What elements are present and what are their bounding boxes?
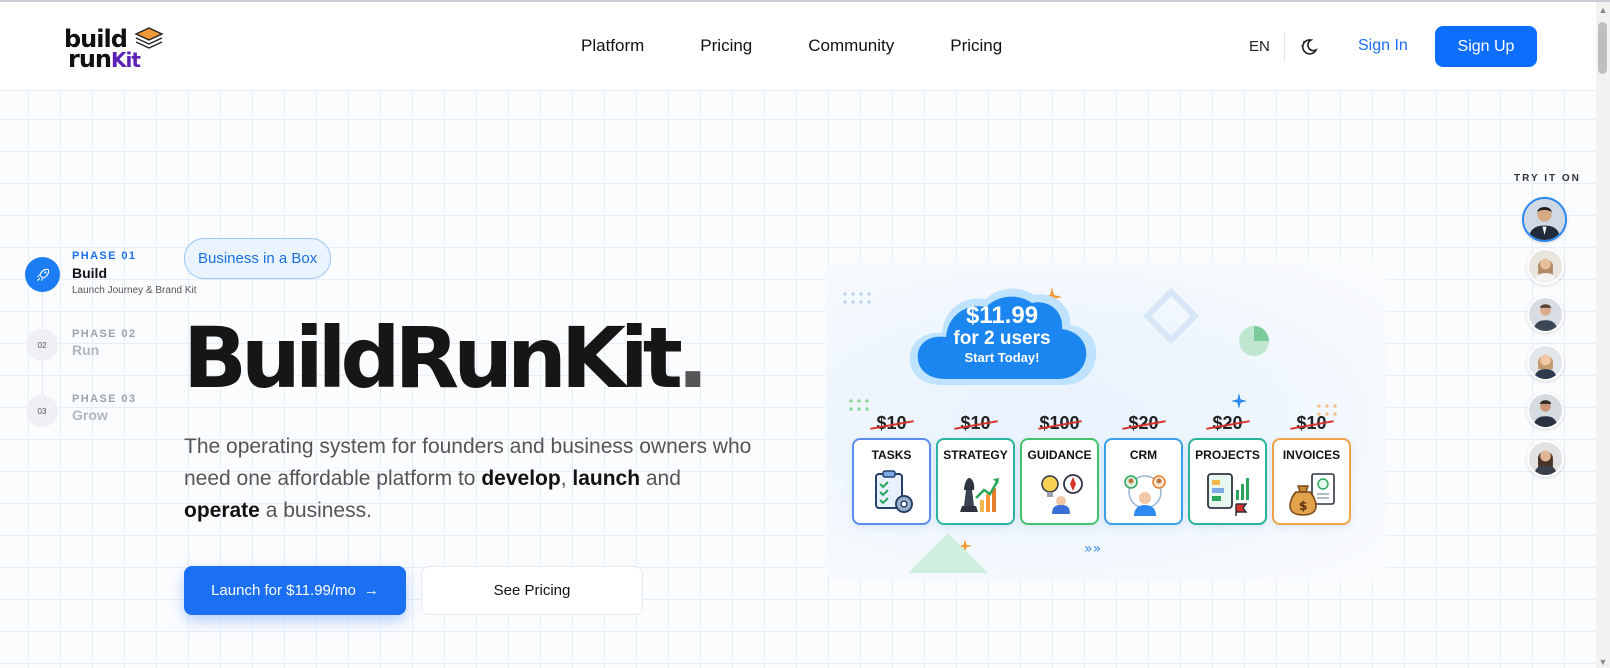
phase-3-kicker: PHASE 03 — [72, 393, 137, 405]
card-title-strategy: STRATEGY — [943, 448, 1008, 462]
dot-grid-decoration — [843, 292, 871, 304]
old-price-strategy: $10 — [936, 413, 1015, 434]
language-switcher[interactable]: EN — [1249, 38, 1270, 55]
nav-platform[interactable]: Platform — [581, 36, 644, 56]
headline-dot: . — [676, 309, 709, 407]
logo-stack-icon — [134, 27, 164, 49]
avatar-5-image — [1529, 394, 1562, 427]
logo[interactable]: build runKit — [64, 26, 174, 72]
avatar-option-5[interactable] — [1527, 392, 1564, 429]
main-nav: Platform Pricing Community Pricing — [581, 36, 1058, 56]
clipboard-gear-icon — [875, 470, 913, 513]
sparkle-blue-icon — [1231, 393, 1247, 409]
card-title-tasks: TASKS — [871, 448, 912, 462]
phase-3-number: 03 — [37, 406, 47, 416]
money-invoice-icon: $ — [1289, 473, 1335, 516]
avatar-1-image — [1524, 199, 1565, 240]
green-dots-decoration — [849, 399, 869, 411]
nav-pricing[interactable]: Pricing — [700, 36, 752, 56]
card-title-guidance: GUIDANCE — [1027, 448, 1092, 462]
old-price-invoices: $10 — [1272, 413, 1351, 434]
svg-text:»»: »» — [1084, 541, 1101, 557]
promo-price: $11.99 — [965, 302, 1039, 329]
phase-2-step[interactable]: 02 — [26, 329, 58, 361]
rocket-icon — [36, 268, 49, 281]
svg-text:$: $ — [1299, 499, 1307, 513]
card-title-projects: PROJECTS — [1195, 448, 1260, 462]
promo-start: Start Today! — [964, 350, 1040, 365]
avatar-option-6[interactable] — [1527, 440, 1564, 477]
feature-card-guidance: GUIDANCE — [1020, 438, 1099, 525]
sign-up-button[interactable]: Sign Up — [1435, 26, 1537, 67]
launch-cta-button[interactable]: Launch for $11.99/mo → — [184, 566, 406, 615]
nav-community[interactable]: Community — [808, 36, 894, 56]
headline-text: BuildRunKit — [183, 309, 683, 407]
feature-card-crm: CRM — [1104, 438, 1183, 525]
feature-card-strategy: STRATEGY — [936, 438, 1015, 525]
avatar-6-image — [1529, 442, 1562, 475]
avatar-option-4[interactable] — [1527, 344, 1564, 381]
try-it-on-label: TRY IT ON — [1514, 173, 1581, 184]
avatar-option-1[interactable] — [1522, 197, 1567, 242]
old-price-tasks: $10 — [852, 413, 931, 434]
sign-in-link[interactable]: Sign In — [1358, 37, 1408, 55]
avatar-2-image — [1529, 250, 1562, 283]
chess-growth-icon — [960, 478, 1000, 512]
moon-theme-icon[interactable] — [1299, 37, 1319, 57]
arrow-right-icon: → — [363, 582, 379, 599]
avatar-3-image — [1529, 298, 1562, 331]
feature-card-tasks: TASKS — [852, 438, 931, 525]
phase-2-title[interactable]: Run — [72, 342, 99, 358]
old-price-projects: $20 — [1188, 413, 1267, 434]
phase-3-title[interactable]: Grow — [72, 407, 108, 423]
phase-2-number: 02 — [37, 340, 47, 350]
diamond-decoration — [1142, 287, 1200, 345]
logo-word-run: runKit — [68, 45, 141, 73]
feature-card-invoices: INVOICES $ — [1272, 438, 1351, 525]
chevrons-decoration: »» — [1084, 541, 1101, 557]
kanban-flag-icon — [1207, 473, 1249, 516]
old-price-guidance: $100 — [1020, 413, 1099, 434]
phase-1-subtitle: Launch Journey & Brand Kit — [72, 285, 197, 296]
avatar-option-3[interactable] — [1527, 296, 1564, 333]
phase-1-step[interactable] — [25, 257, 60, 292]
old-price-crm: $20 — [1104, 413, 1183, 434]
avatar-4-image — [1529, 346, 1562, 379]
scroll-down-arrow-icon[interactable]: ▼ — [1598, 658, 1608, 667]
promo-illustration: »» $11.99 for 2 users Start Today! $10 $… — [826, 263, 1386, 581]
phase-2-kicker: PHASE 02 — [72, 328, 137, 340]
see-pricing-button[interactable]: See Pricing — [421, 566, 643, 615]
triangle-decoration — [908, 533, 988, 573]
pie-decoration — [1239, 326, 1269, 356]
hero-headline: BuildRunKit. — [183, 308, 709, 408]
people-network-icon — [1124, 475, 1166, 516]
launch-cta-label: Launch for $11.99/mo — [211, 582, 356, 599]
card-title-invoices: INVOICES — [1282, 448, 1341, 462]
nav-pricing-2[interactable]: Pricing — [950, 36, 1002, 56]
hero-description: The operating system for founders and bu… — [184, 435, 752, 522]
price-cloud-text: $11.99 for 2 users Start Today! — [902, 303, 1102, 367]
page-scrollbar[interactable] — [1596, 2, 1610, 668]
promo-users: for 2 users — [953, 328, 1051, 349]
card-title-crm: CRM — [1129, 448, 1158, 462]
business-in-a-box-badge: Business in a Box — [184, 238, 332, 279]
bulb-compass-icon — [1041, 474, 1083, 514]
phase-1-title[interactable]: Build — [72, 265, 107, 281]
scrollbar-thumb[interactable] — [1598, 22, 1607, 74]
avatar-option-2[interactable] — [1527, 248, 1564, 285]
phase-3-step[interactable]: 03 — [26, 395, 58, 427]
feature-card-projects: PROJECTS — [1188, 438, 1267, 525]
site-header: build runKit Platform Pricing Community … — [0, 2, 1596, 91]
phase-1-kicker: PHASE 01 — [72, 250, 137, 262]
scroll-up-arrow-icon[interactable]: ▲ — [1598, 6, 1608, 15]
header-divider — [1284, 32, 1285, 62]
